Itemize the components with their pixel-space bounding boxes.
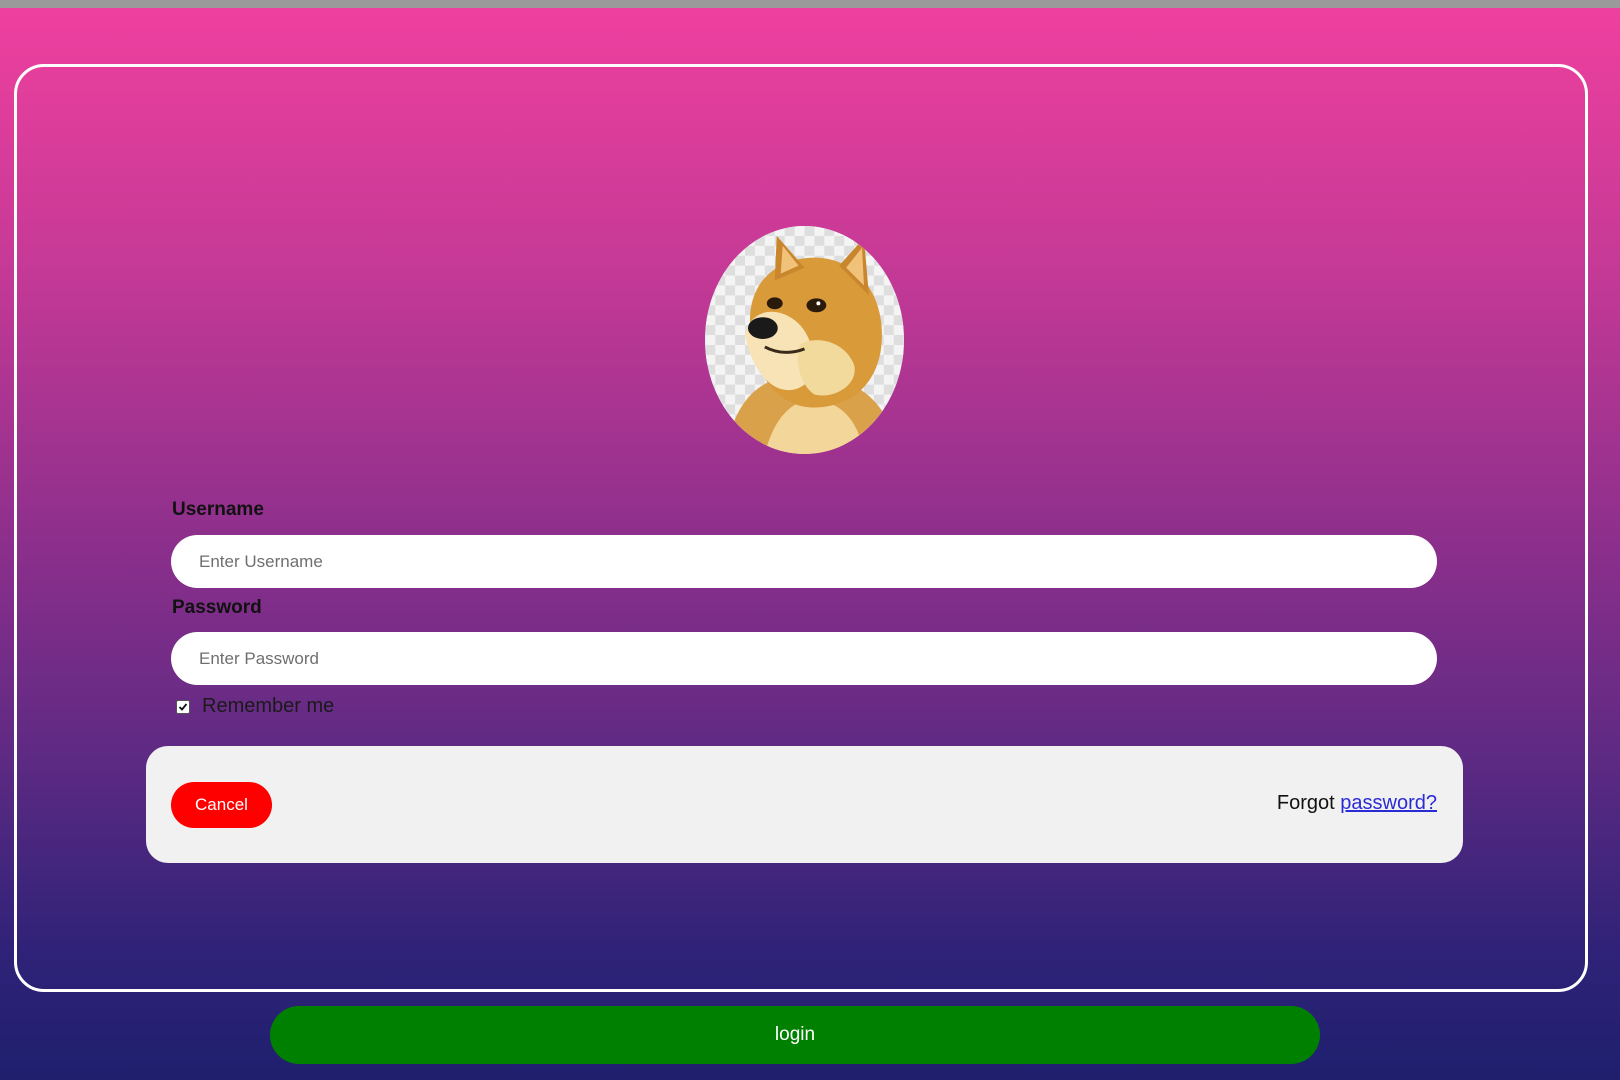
forgot-label: Forgot bbox=[1276, 792, 1341, 814]
login-button[interactable]: login bbox=[270, 1006, 1320, 1064]
password-input[interactable] bbox=[171, 632, 1437, 685]
top-strip bbox=[0, 0, 1620, 8]
check-icon bbox=[178, 702, 188, 711]
username-input[interactable] bbox=[171, 535, 1437, 588]
remember-me-label: Remember me bbox=[202, 695, 335, 717]
action-panel: Cancel Forgot password? bbox=[146, 746, 1463, 863]
remember-me-row: Remember me bbox=[176, 695, 334, 718]
password-label: Password bbox=[172, 597, 262, 618]
cancel-button[interactable]: Cancel bbox=[171, 782, 272, 828]
forgot-password-link[interactable]: password? bbox=[1340, 792, 1437, 814]
doge-avatar-icon bbox=[705, 226, 904, 454]
login-page: Username Password Remember me Cancel For… bbox=[0, 0, 1620, 1080]
forgot-password-text: Forgot password? bbox=[1277, 792, 1437, 815]
username-label: Username bbox=[172, 499, 264, 520]
remember-me-checkbox[interactable] bbox=[176, 699, 190, 714]
